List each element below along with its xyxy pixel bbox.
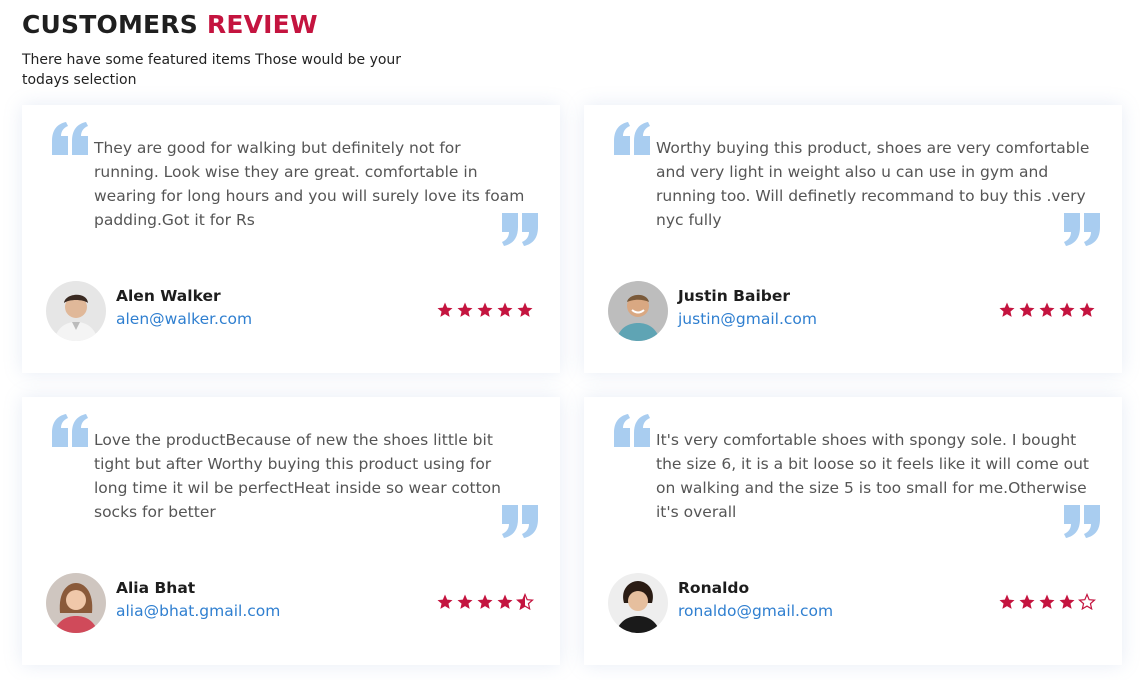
avatar bbox=[46, 281, 106, 341]
section-title: CUSTOMERS REVIEW bbox=[22, 10, 318, 40]
avatar bbox=[608, 573, 668, 633]
open-quote-icon bbox=[612, 413, 652, 447]
reviewer-email-link[interactable]: justin@gmail.com bbox=[678, 310, 817, 328]
star-full-icon bbox=[457, 594, 473, 609]
star-full-icon bbox=[1019, 594, 1035, 609]
star-full-icon bbox=[999, 594, 1015, 609]
review-text: Worthy buying this product, shoes are ve… bbox=[656, 139, 1090, 229]
star-full-icon bbox=[477, 594, 493, 609]
star-full-icon bbox=[457, 302, 473, 317]
star-half-icon bbox=[516, 593, 534, 611]
open-quote-icon bbox=[612, 121, 652, 155]
section-title-dark: CUSTOMERS bbox=[22, 10, 198, 39]
avatar bbox=[608, 281, 668, 341]
review-card: Worthy buying this product, shoes are ve… bbox=[584, 105, 1122, 373]
star-full-icon bbox=[1059, 302, 1075, 317]
review-text: Love the productBecause of new the shoes… bbox=[94, 431, 501, 521]
reviewer-email-link[interactable]: ronaldo@gmail.com bbox=[678, 602, 833, 620]
close-quote-icon bbox=[500, 213, 540, 247]
star-full-icon bbox=[999, 302, 1015, 317]
section-subtitle: There have some featured items Those wou… bbox=[22, 52, 402, 88]
avatar bbox=[46, 573, 106, 633]
close-quote-icon bbox=[1062, 213, 1102, 247]
reviewer-name: Alia Bhat bbox=[116, 579, 196, 597]
open-quote-icon bbox=[50, 121, 90, 155]
rating-stars bbox=[998, 301, 1096, 319]
close-quote-icon bbox=[500, 505, 540, 539]
star-full-icon bbox=[497, 302, 513, 317]
star-full-icon bbox=[497, 594, 513, 609]
star-full-icon bbox=[1079, 302, 1095, 317]
star-empty-icon bbox=[1078, 593, 1096, 611]
star-full-icon bbox=[477, 302, 493, 317]
close-quote-icon bbox=[1062, 505, 1102, 539]
review-card: They are good for walking but definitely… bbox=[22, 105, 560, 373]
reviewer-name: Alen Walker bbox=[116, 287, 221, 305]
review-card: Love the productBecause of new the shoes… bbox=[22, 397, 560, 665]
star-full-icon bbox=[517, 302, 533, 317]
section-title-accent: REVIEW bbox=[206, 10, 318, 39]
reviewer-name: Ronaldo bbox=[678, 579, 750, 597]
star-full-icon bbox=[1019, 302, 1035, 317]
review-card: It's very comfortable shoes with spongy … bbox=[584, 397, 1122, 665]
star-full-icon bbox=[1039, 594, 1055, 609]
reviewer-email-link[interactable]: alen@walker.com bbox=[116, 310, 252, 328]
star-full-icon bbox=[1059, 594, 1075, 609]
reviewer-email-link[interactable]: alia@bhat.gmail.com bbox=[116, 602, 280, 620]
rating-stars bbox=[998, 593, 1096, 611]
review-text: They are good for walking but definitely… bbox=[94, 139, 525, 229]
star-full-icon bbox=[437, 594, 453, 609]
open-quote-icon bbox=[50, 413, 90, 447]
star-full-icon bbox=[437, 302, 453, 317]
star-full-icon bbox=[1039, 302, 1055, 317]
review-text: It's very comfortable shoes with spongy … bbox=[656, 431, 1089, 521]
rating-stars bbox=[436, 593, 534, 611]
reviewer-name: Justin Baiber bbox=[678, 287, 791, 305]
rating-stars bbox=[436, 301, 534, 319]
